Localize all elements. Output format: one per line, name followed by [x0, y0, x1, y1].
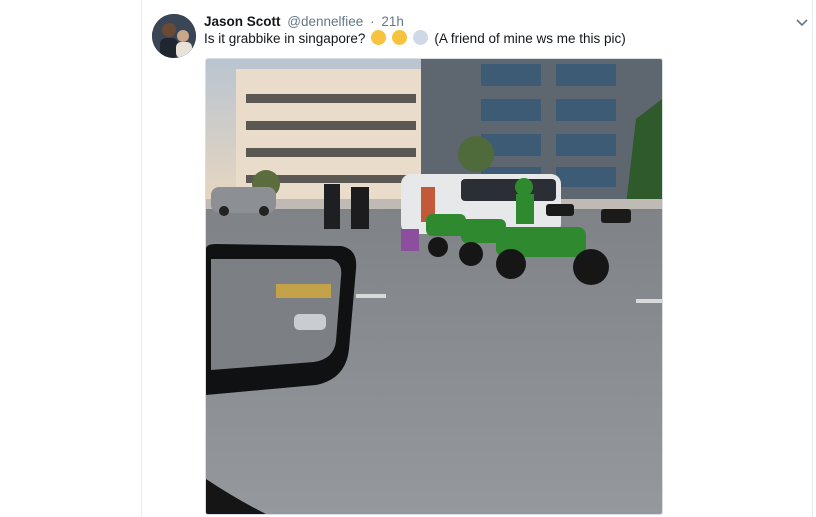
- chevron-down-icon[interactable]: [794, 14, 810, 30]
- parking-lot-photo: [206, 59, 662, 514]
- separator-dot: ·: [370, 14, 375, 29]
- screaming-face-icon: [412, 30, 428, 45]
- avatar-image: [152, 14, 196, 58]
- user-handle[interactable]: @dennelfiee: [287, 14, 363, 29]
- thinking-face-icon: [371, 30, 387, 45]
- tweet-text: Is it grabbike in singapore? (A friend o…: [204, 30, 796, 48]
- tweet-text-note: (A friend of mine ws me this pic): [434, 31, 626, 46]
- timestamp[interactable]: 21h: [381, 14, 404, 29]
- timeline-right-border: [812, 0, 813, 517]
- tweet-photo[interactable]: [205, 58, 663, 515]
- display-name[interactable]: Jason Scott: [204, 14, 281, 29]
- flushed-face-icon: [391, 30, 407, 45]
- tweet-text-question: Is it grabbike in singapore?: [204, 31, 366, 46]
- avatar[interactable]: [152, 14, 196, 58]
- tweet-card[interactable]: Jason Scott @dennelfiee · 21h Is it grab…: [142, 0, 812, 517]
